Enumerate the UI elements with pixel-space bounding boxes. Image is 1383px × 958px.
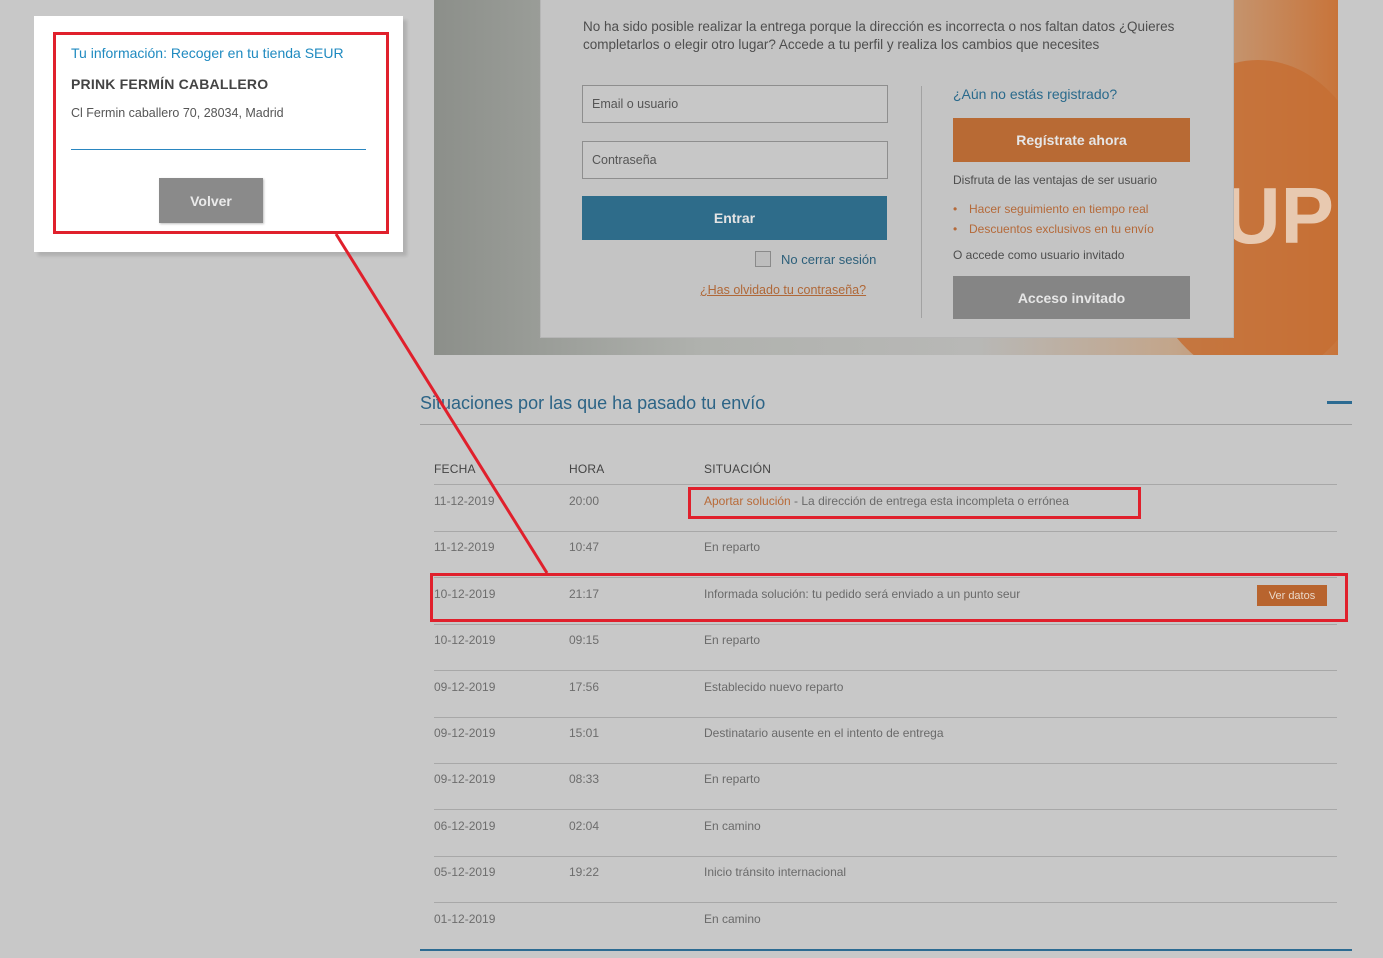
row-status-text: En reparto — [704, 633, 761, 647]
row-status: Inicio tránsito internacional — [704, 865, 846, 879]
benefit-item: Hacer seguimiento en tiempo real — [953, 199, 1154, 219]
forgot-password-link[interactable]: ¿Has olvidado tu contraseña? — [700, 283, 866, 297]
email-field[interactable]: Email o usuario — [582, 85, 888, 123]
row-status-text: Destinatario ausente en el intento de en… — [704, 726, 944, 740]
row-time: 02:04 — [569, 819, 600, 833]
checkbox-box[interactable] — [755, 251, 771, 267]
row-status: En camino — [704, 912, 761, 926]
row-divider — [434, 531, 1337, 532]
row-time: 10:47 — [569, 540, 600, 554]
row-status: Destinatario ausente en el intento de en… — [704, 726, 944, 740]
row-divider — [434, 809, 1337, 810]
collapse-icon[interactable] — [1327, 401, 1352, 404]
keep-session-label: No cerrar sesión — [781, 251, 877, 267]
guest-intro: O accede como usuario invitado — [953, 248, 1125, 262]
row-divider — [434, 902, 1337, 903]
row-date: 05-12-2019 — [434, 865, 496, 879]
row-status-text: Inicio tránsito internacional — [704, 865, 847, 879]
history-bottom-divider — [420, 949, 1352, 951]
row-status: Establecido nuevo reparto — [704, 680, 843, 694]
row-date: 01-12-2019 — [434, 912, 496, 926]
header-status: SITUACIÓN — [704, 462, 772, 476]
row-time: 19:22 — [569, 865, 600, 879]
row-divider — [434, 856, 1337, 857]
row-time: 20:00 — [569, 494, 600, 508]
row-divider — [434, 763, 1337, 764]
password-field[interactable]: Contraseña — [582, 141, 888, 179]
row-time: 15:01 — [569, 726, 600, 740]
benefits-list: Hacer seguimiento en tiempo real Descuen… — [953, 199, 1154, 239]
enter-button[interactable]: Entrar — [582, 196, 887, 240]
row-date: 10-12-2019 — [434, 633, 496, 647]
row-time: 17:56 — [569, 680, 600, 694]
register-button[interactable]: Regístrate ahora — [953, 118, 1190, 162]
row-time: 08:33 — [569, 772, 600, 786]
history-divider — [420, 424, 1352, 425]
row-status: En reparto — [704, 633, 760, 647]
row-date: 11-12-2019 — [434, 494, 495, 508]
row-status-text: En camino — [704, 819, 761, 833]
row-status: En reparto — [704, 772, 760, 786]
row-status-text: En camino — [704, 912, 761, 926]
delivery-message: No ha sido posible realizar la entrega p… — [583, 19, 1175, 52]
row-date: 09-12-2019 — [434, 680, 496, 694]
row-date: 06-12-2019 — [434, 819, 496, 833]
row-date: 11-12-2019 — [434, 540, 495, 554]
login-divider — [921, 86, 922, 318]
row-status-text: En reparto — [704, 540, 761, 554]
row-time: 09:15 — [569, 633, 600, 647]
keep-session-checkbox[interactable]: No cerrar sesión — [755, 251, 876, 267]
benefits-intro: Disfruta de las ventajas de ser usuario — [953, 173, 1158, 187]
row-status-text: Establecido nuevo reparto — [704, 680, 844, 694]
guest-access-button[interactable]: Acceso invitado — [953, 276, 1190, 319]
benefit-item: Descuentos exclusivos en tu envío — [953, 219, 1154, 239]
row-divider — [434, 624, 1337, 625]
history-title: Situaciones por las que ha pasado tu env… — [420, 393, 766, 413]
row-divider — [434, 670, 1337, 671]
not-registered-heading: ¿Aún no estás registrado? — [953, 86, 1118, 102]
row-status-text: En reparto — [704, 772, 761, 786]
highlight-solution — [688, 487, 1141, 519]
table-header-divider — [434, 484, 1337, 485]
row-status: En reparto — [704, 540, 760, 554]
hero-bubble-text: UP — [1222, 171, 1334, 260]
row-date: 09-12-2019 — [434, 726, 496, 740]
header-date: FECHA — [434, 462, 476, 476]
row-date: 09-12-2019 — [434, 772, 496, 786]
row-status: En camino — [704, 819, 761, 833]
header-time: HORA — [569, 462, 605, 476]
row-divider — [434, 717, 1337, 718]
highlight-row — [430, 573, 1348, 622]
highlight-popup — [53, 32, 389, 234]
